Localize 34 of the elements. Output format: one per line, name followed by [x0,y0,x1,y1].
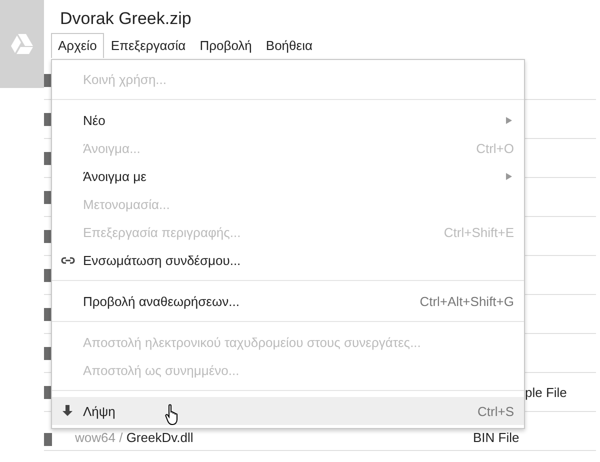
folder-path: wow64 / [75,430,124,445]
menu-tab[interactable]: Προβολή [192,33,259,58]
file-type: ple File [525,384,567,400]
menu-tab[interactable]: Βοήθεια [258,33,320,58]
menu-item[interactable]: Λήψη Ctrl+S [52,397,524,425]
menu-item[interactable]: Άνοιγμα με [52,162,524,190]
menu-tab[interactable]: Αρχείο [51,33,104,58]
download-icon [62,405,73,417]
menu-item-label: Ενσωμάτωση συνδέσμου... [83,252,241,268]
menu-item-label: Επεξεργασία περιγραφής... [83,224,241,240]
menu-item-label: Προβολή αναθεωρήσεων... [83,294,240,308]
file-icon [44,433,52,446]
menu-item-label: Άνοιγμα... [83,140,140,156]
file-type: BIN File [473,430,520,445]
menu-item-label: Αποστολή ηλεκτρονικού ταχυδρομείου στους συνεργάτες... [83,334,421,350]
shortcut-text: Ctrl+Shift+E [444,224,514,240]
drive-triangle-icon [11,34,33,54]
shortcut-text: Ctrl+O [476,140,514,156]
menu-item[interactable]: Νέο [52,106,524,134]
menu-item[interactable]: Ενσωμάτωση συνδέσμου... [52,246,524,274]
menu-item-label: Άνοιγμα με [83,168,146,184]
menu-item-label: Κοινή χρήση... [83,72,167,86]
menu-item-label: Αποστολή ως συνημμένο... [83,362,240,378]
shortcut-text: Ctrl+S [478,404,514,418]
document-title: Dvorak Greek.zip [60,9,192,30]
file-name[interactable]: GreekDv.dll [126,430,194,445]
logo-panel[interactable] [0,0,44,88]
menu-item[interactable]: Προβολή αναθεωρήσεων... Ctrl+Alt+Shift+G [52,287,524,315]
shortcut-text: Ctrl+Alt+Shift+G [420,294,514,308]
menu-item-label: Νέο [83,112,106,128]
menu-tab[interactable]: Επεξεργασία [104,33,193,58]
link-icon [60,254,74,266]
menu-item-label: Λήψη [83,404,116,418]
menu-item-label: Μετονομασία... [83,196,170,212]
